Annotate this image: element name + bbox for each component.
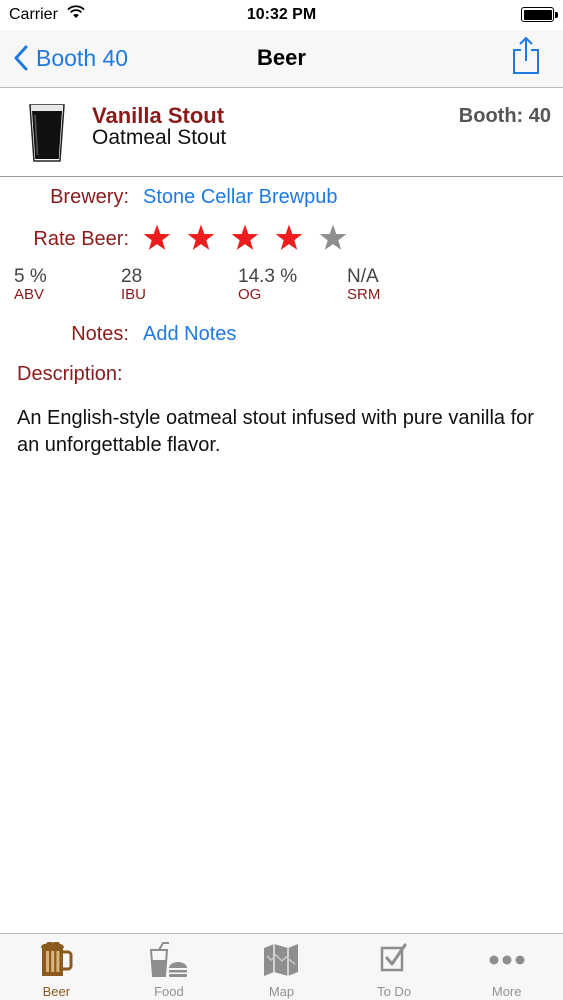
tab-beer-label: Beer bbox=[42, 984, 71, 999]
star-icon[interactable] bbox=[273, 222, 317, 254]
ibu-value: 28 bbox=[121, 266, 143, 287]
abv-value: 5 % bbox=[14, 266, 47, 287]
tab-map[interactable]: Map bbox=[225, 934, 338, 1000]
tab-todo[interactable]: To Do bbox=[338, 934, 451, 1000]
chevron-left-icon bbox=[14, 45, 28, 71]
pint-glass-icon bbox=[29, 104, 65, 162]
tab-todo-label: To Do bbox=[377, 984, 412, 999]
star-rating bbox=[141, 222, 361, 254]
battery-icon bbox=[521, 7, 558, 22]
more-dots-icon bbox=[489, 955, 525, 965]
beer-header: Vanilla Stout Oatmeal Stout Booth: 40 bbox=[0, 89, 563, 177]
food-drink-icon bbox=[149, 942, 187, 977]
tab-map-label: Map bbox=[268, 984, 295, 999]
srm-label: SRM bbox=[347, 286, 381, 303]
map-icon bbox=[264, 944, 299, 976]
booth-number: Booth: 40 bbox=[458, 105, 551, 127]
star-icon[interactable] bbox=[185, 222, 229, 254]
description-label: Description: bbox=[17, 363, 123, 385]
star-icon[interactable] bbox=[141, 222, 185, 254]
back-button-label: Booth 40 bbox=[36, 44, 129, 71]
og-value: 14.3 % bbox=[238, 266, 298, 287]
checklist-icon bbox=[380, 943, 407, 972]
abv-label: ABV bbox=[14, 286, 45, 303]
rate-beer-label: Rate Beer: bbox=[33, 228, 129, 250]
description-text: An English-style oatmeal stout infused w… bbox=[17, 407, 534, 456]
tab-food-label: Food bbox=[154, 984, 184, 999]
star-icon[interactable] bbox=[229, 222, 273, 254]
brewery-link[interactable]: Stone Cellar Brewpub bbox=[143, 186, 338, 209]
status-time: 10:32 PM bbox=[246, 6, 317, 23]
srm-value: N/A bbox=[347, 266, 379, 287]
back-button[interactable]: Booth 40 bbox=[14, 41, 128, 75]
tab-beer[interactable]: Beer bbox=[0, 934, 113, 1000]
status-bar: Carrier 10:32 PM bbox=[0, 0, 563, 30]
ibu-label: IBU bbox=[121, 286, 147, 303]
beer-style: Oatmeal Stout bbox=[92, 126, 227, 149]
tab-bar: Beer Food Map To Do More bbox=[0, 933, 563, 1000]
brewery-label: Brewery: bbox=[50, 186, 129, 208]
tab-food[interactable]: Food bbox=[113, 934, 226, 1000]
tab-more-label: More bbox=[491, 984, 522, 999]
beer-mug-icon bbox=[41, 942, 73, 976]
tab-more[interactable]: More bbox=[450, 934, 563, 1000]
navigation-bar: Booth 40 Beer bbox=[0, 30, 563, 88]
notes-label: Notes: bbox=[71, 323, 129, 345]
share-icon[interactable] bbox=[511, 35, 541, 75]
add-notes-link[interactable]: Add Notes bbox=[143, 323, 236, 346]
og-label: OG bbox=[238, 286, 262, 303]
star-icon[interactable] bbox=[317, 222, 361, 254]
